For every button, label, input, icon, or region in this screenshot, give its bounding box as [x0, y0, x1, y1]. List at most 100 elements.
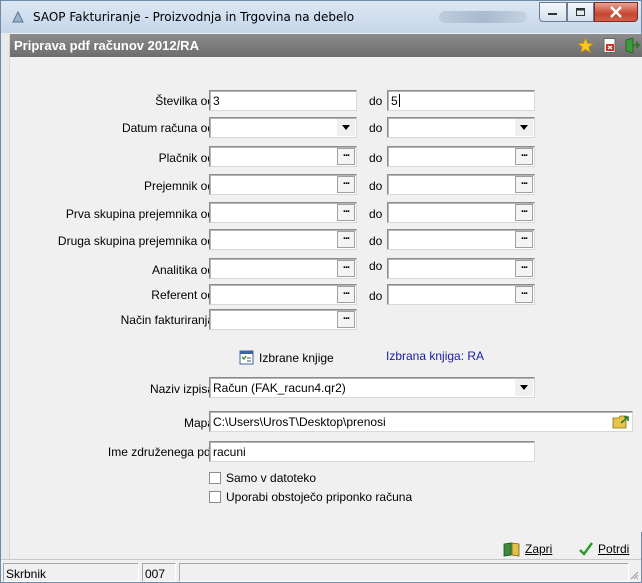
status-user: Skrbnik	[3, 563, 139, 582]
prva-skupina-from-input[interactable]: ...	[209, 202, 357, 223]
analitika-to-input[interactable]: ...	[387, 258, 535, 279]
status-bar: Skrbnik 007	[1, 559, 641, 582]
browse-button[interactable]: ...	[515, 176, 533, 193]
zapri-label: Zapri	[525, 542, 553, 556]
uporabi-priponko-checkbox[interactable]: Uporabi obstoječo priponko računa	[209, 490, 412, 504]
browse-button[interactable]: ...	[337, 176, 355, 193]
prva-do-label: do	[369, 207, 383, 221]
analitika-do-label: do	[369, 259, 383, 273]
browse-button[interactable]: ...	[515, 148, 533, 165]
prejemnik-do-label: do	[369, 179, 383, 193]
form-area: Številka od 3 do 5 Datum računa od do Pl…	[10, 57, 642, 532]
stevilka-to-input[interactable]: 5	[387, 90, 535, 111]
browse-button[interactable]: ...	[337, 286, 355, 303]
resize-grip-icon[interactable]	[627, 568, 639, 580]
maximize-button[interactable]	[567, 2, 594, 22]
dropdown-arrow-icon[interactable]	[515, 119, 533, 136]
referent-label: Referent od	[151, 288, 214, 302]
pdf-document-icon[interactable]	[601, 37, 618, 54]
prejemnik-to-input[interactable]: ...	[387, 174, 535, 195]
checkbox-box[interactable]	[209, 491, 221, 503]
window-title: SAOP Fakturiranje - Proizvodnja in Trgov…	[33, 10, 355, 24]
placnik-label: Plačnik od	[158, 151, 214, 165]
browse-button[interactable]: ...	[337, 148, 355, 165]
referent-to-input[interactable]: ...	[387, 284, 535, 305]
text-caret	[398, 94, 400, 107]
folder-browse-icon[interactable]	[612, 413, 630, 430]
browse-button[interactable]: ...	[515, 204, 533, 221]
title-bar[interactable]: SAOP Fakturiranje - Proizvodnja in Trgov…	[1, 1, 641, 33]
mapa-input[interactable]: C:\Users\UrosT\Desktop\prenosi	[209, 411, 633, 432]
status-user-text: Skrbnik	[6, 567, 47, 581]
stevilka-from-input[interactable]: 3	[209, 90, 357, 111]
stevilka-do-label: do	[369, 94, 383, 108]
checkbox-box[interactable]	[209, 472, 221, 484]
placnik-do-label: do	[369, 151, 383, 165]
izbrane-knjige-label: Izbrane knjige	[259, 350, 334, 365]
browse-button[interactable]: ...	[337, 311, 355, 328]
naziv-izpisa-select[interactable]: Račun (FAK_racun4.qr2)	[209, 377, 535, 398]
naziv-izpisa-label: Naziv izpisa	[149, 382, 214, 396]
samo-v-datoteko-label: Samo v datoteko	[226, 471, 317, 485]
close-button[interactable]	[594, 2, 638, 22]
prejemnik-label: Prejemnik od	[143, 179, 214, 193]
datum-do-label: do	[369, 121, 383, 135]
status-code-text: 007	[145, 567, 166, 581]
close-book-icon	[503, 542, 520, 557]
minimize-icon	[548, 13, 557, 15]
datum-to-select[interactable]	[387, 117, 535, 138]
dropdown-arrow-icon[interactable]	[515, 379, 533, 396]
ime-pdf-value: racuni	[213, 445, 246, 459]
maximize-icon	[575, 7, 585, 16]
browse-button[interactable]: ...	[337, 260, 355, 277]
stevilka-label: Številka od	[155, 94, 214, 108]
form-header: Priprava pdf računov 2012/RA	[10, 34, 642, 57]
samo-v-datoteko-checkbox[interactable]: Samo v datoteko	[209, 471, 316, 485]
star-icon[interactable]	[577, 37, 594, 54]
stevilka-from-value: 3	[213, 94, 220, 108]
druga-skupina-to-input[interactable]: ...	[387, 229, 535, 250]
nacin-label: Način fakturiranja	[120, 313, 214, 327]
close-icon	[610, 6, 622, 18]
blurred-title-area	[439, 11, 527, 23]
app-icon	[12, 10, 24, 23]
prva-skupina-label: Prva skupina prejemnika od	[65, 207, 214, 221]
ime-pdf-label: Ime združenega pdf	[107, 445, 214, 459]
analitika-from-input[interactable]: ...	[209, 258, 357, 279]
stevilka-to-value: 5	[391, 94, 398, 108]
exit-door-icon[interactable]	[624, 37, 641, 54]
browse-button[interactable]: ...	[515, 231, 533, 248]
nacin-input[interactable]: ...	[209, 309, 357, 330]
browse-button[interactable]: ...	[337, 204, 355, 221]
dropdown-arrow-icon[interactable]	[337, 119, 355, 136]
ime-pdf-input[interactable]: racuni	[209, 441, 535, 462]
naziv-izpisa-value: Račun (FAK_racun4.qr2)	[213, 381, 346, 395]
browse-button[interactable]: ...	[515, 260, 533, 277]
placnik-from-input[interactable]: ...	[209, 146, 357, 167]
application-window: SAOP Fakturiranje - Proizvodnja in Trgov…	[0, 0, 642, 583]
minimize-button[interactable]	[539, 2, 567, 22]
druga-skupina-label: Druga skupina prejemnika od	[57, 234, 214, 248]
analitika-label: Analitika od	[151, 263, 214, 277]
status-message	[179, 563, 629, 582]
potrdi-label: Potrdi	[598, 542, 630, 556]
left-edge	[1, 33, 10, 582]
referent-from-input[interactable]: ...	[209, 284, 357, 305]
potrdi-button[interactable]: Potrdi	[578, 541, 629, 557]
izbrana-knjiga-text: Izbrana knjiga: RA	[386, 349, 485, 363]
browse-button[interactable]: ...	[337, 231, 355, 248]
placnik-to-input[interactable]: ...	[387, 146, 535, 167]
browse-button[interactable]: ...	[515, 286, 533, 303]
form-title: Priprava pdf računov 2012/RA	[14, 38, 199, 53]
status-code: 007	[142, 563, 176, 582]
izbrane-knjige-button[interactable]: Izbrane knjige	[239, 350, 334, 365]
checkmark-icon	[579, 542, 593, 556]
mapa-value: C:\Users\UrosT\Desktop\prenosi	[213, 415, 386, 429]
zapri-button[interactable]: Zapri	[503, 541, 552, 557]
prva-skupina-to-input[interactable]: ...	[387, 202, 535, 223]
prejemnik-from-input[interactable]: ...	[209, 174, 357, 195]
druga-do-label: do	[369, 234, 383, 248]
datum-label: Datum računa od	[121, 121, 214, 135]
datum-from-select[interactable]	[209, 117, 357, 138]
druga-skupina-from-input[interactable]: ...	[209, 229, 357, 250]
